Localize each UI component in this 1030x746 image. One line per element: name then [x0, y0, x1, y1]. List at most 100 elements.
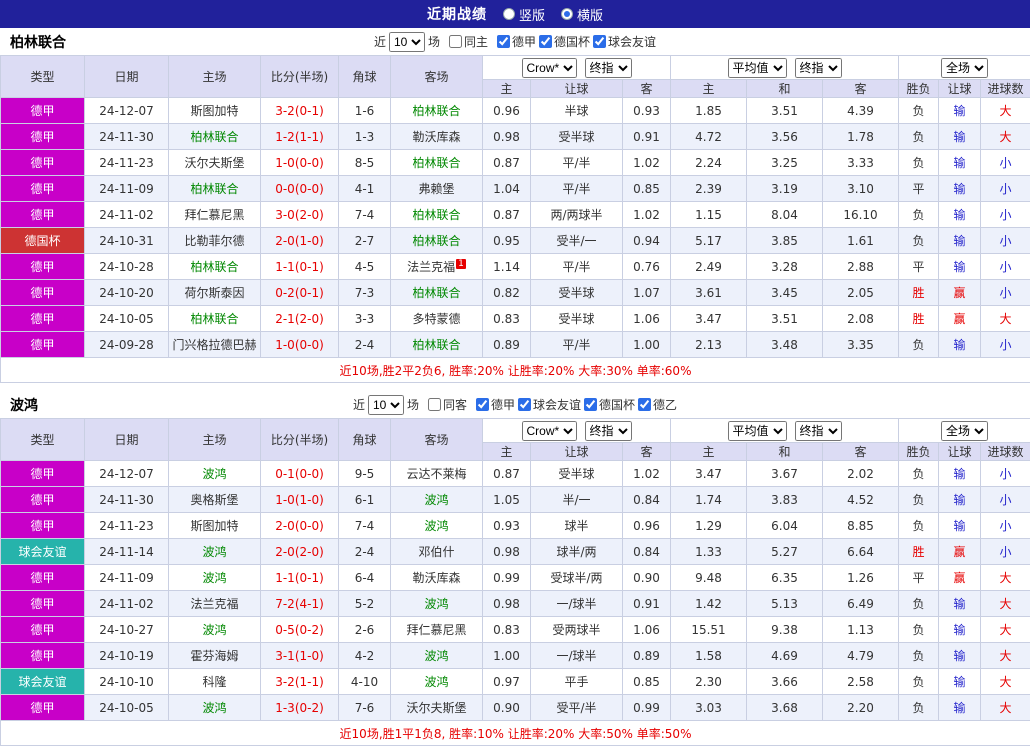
odds-dropdown[interactable]: Crow*: [522, 58, 577, 78]
handicap-line: 两/两球半: [531, 202, 623, 228]
filter-checkbox-item[interactable]: 德国杯: [539, 33, 590, 50]
games-label: 场: [428, 33, 440, 50]
match-date: 24-10-05: [85, 695, 169, 721]
avg-away-odds: 1.26: [823, 565, 899, 591]
avg-away-odds: 4.39: [823, 98, 899, 124]
avg-away-odds: 6.49: [823, 591, 899, 617]
avg-draw-odds: 8.04: [747, 202, 823, 228]
filter-checkbox-item[interactable]: 德国杯: [584, 396, 635, 413]
filter-checkbox[interactable]: [497, 35, 510, 48]
odds-dropdown[interactable]: 终指: [795, 421, 842, 441]
filter-checkbox[interactable]: [476, 398, 489, 411]
match-date: 24-10-31: [85, 228, 169, 254]
score: 2-0(0-0): [261, 513, 339, 539]
away-odds: 1.02: [623, 202, 671, 228]
match-date: 24-11-02: [85, 202, 169, 228]
avg-draw-odds: 3.25: [747, 150, 823, 176]
odds-dropdown[interactable]: 终指: [795, 58, 842, 78]
handicap-result: 输: [939, 176, 981, 202]
odds-dropdown[interactable]: 全场: [941, 421, 988, 441]
filter-checkbox-item[interactable]: 球会友谊: [593, 33, 656, 50]
match-row: 德甲24-12-07波鸿0-1(0-0)9-5云达不莱梅0.87受半球1.023…: [1, 461, 1030, 487]
score: 0-0(0-0): [261, 176, 339, 202]
league-badge: 德甲: [1, 617, 85, 643]
filter-checkbox-item[interactable]: 同主: [449, 33, 488, 50]
corners: 4-10: [339, 669, 391, 695]
filter-checkbox-item[interactable]: 德乙: [638, 396, 677, 413]
result: 平: [899, 565, 939, 591]
odds-dropdown[interactable]: 终指: [585, 58, 632, 78]
away-team-name: 柏林联合: [412, 338, 460, 352]
radio-label-vertical: 竖版: [519, 5, 545, 24]
filter-checkbox[interactable]: [539, 35, 552, 48]
home-odds: 0.87: [483, 150, 531, 176]
league-badge: 德甲: [1, 332, 85, 358]
goals-result: 小: [981, 176, 1030, 202]
filter-checkbox-label: 球会友谊: [533, 396, 581, 413]
score: 2-0(1-0): [261, 228, 339, 254]
home-team: 比勒菲尔德: [169, 228, 261, 254]
score: 1-1(0-1): [261, 254, 339, 280]
filter-checkbox-item[interactable]: 球会友谊: [518, 396, 581, 413]
filter-checkbox[interactable]: [638, 398, 651, 411]
home-odds: 0.98: [483, 539, 531, 565]
match-row: 德甲24-10-19霍芬海姆3-1(1-0)4-2波鸿1.00一/球半0.891…: [1, 643, 1030, 669]
match-date: 24-10-27: [85, 617, 169, 643]
home-team: 奥格斯堡: [169, 487, 261, 513]
handicap-result: 输: [939, 591, 981, 617]
filter-checkbox[interactable]: [593, 35, 606, 48]
away-odds: 1.02: [623, 461, 671, 487]
odds-dropdown[interactable]: 平均值: [728, 58, 787, 78]
score: 3-0(2-0): [261, 202, 339, 228]
filter-checkbox[interactable]: [449, 35, 462, 48]
red-card-badge: 1: [456, 259, 466, 269]
away-team-name: 波鸿: [424, 493, 448, 507]
match-date: 24-12-07: [85, 98, 169, 124]
radio-unselected-icon: [503, 8, 515, 20]
avg-away-odds: 8.85: [823, 513, 899, 539]
odds-dropdown[interactable]: 终指: [585, 421, 632, 441]
corners: 2-7: [339, 228, 391, 254]
result: 胜: [899, 539, 939, 565]
recent-count-select[interactable]: 10: [368, 395, 404, 415]
avg-home-odds: 1.29: [671, 513, 747, 539]
filter-checkbox[interactable]: [584, 398, 597, 411]
filter-checkbox-item[interactable]: 同客: [428, 396, 467, 413]
column-subheader: 进球数: [981, 80, 1030, 98]
radio-horizontal-layout[interactable]: 横版: [561, 5, 603, 24]
corners: 3-3: [339, 306, 391, 332]
filter-controls: 近10场同客德甲球会友谊德国杯德乙: [353, 395, 677, 415]
away-team-name: 勒沃库森: [412, 571, 460, 585]
filter-checkbox[interactable]: [428, 398, 441, 411]
filter-checkbox-label: 德乙: [653, 396, 677, 413]
home-odds: 0.98: [483, 124, 531, 150]
filter-checkbox[interactable]: [518, 398, 531, 411]
goals-result: 大: [981, 643, 1030, 669]
odds-dropdown[interactable]: 全场: [941, 58, 988, 78]
odds-dropdown[interactable]: Crow*: [522, 421, 577, 441]
avg-home-odds: 2.24: [671, 150, 747, 176]
handicap-line: 球半/两: [531, 539, 623, 565]
filter-checkbox-item[interactable]: 德甲: [497, 33, 536, 50]
handicap-line: 受半球: [531, 306, 623, 332]
handicap-result: 赢: [939, 539, 981, 565]
radio-vertical-layout[interactable]: 竖版: [503, 5, 545, 24]
avg-draw-odds: 6.04: [747, 513, 823, 539]
odds-dropdown[interactable]: 平均值: [728, 421, 787, 441]
avg-home-odds: 3.61: [671, 280, 747, 306]
away-team-name: 波鸿: [424, 675, 448, 689]
home-team: 科隆: [169, 669, 261, 695]
away-odds: 0.85: [623, 669, 671, 695]
handicap-result: 输: [939, 669, 981, 695]
result: 平: [899, 254, 939, 280]
result: 平: [899, 176, 939, 202]
recent-count-select[interactable]: 10: [389, 32, 425, 52]
home-team: 波鸿: [169, 539, 261, 565]
result: 负: [899, 617, 939, 643]
summary-line: 近10场,胜2平2负6, 胜率:20% 让胜率:20% 大率:30% 单率:60…: [1, 358, 1030, 383]
score: 3-2(0-1): [261, 98, 339, 124]
filter-checkbox-item[interactable]: 德甲: [476, 396, 515, 413]
league-badge: 德甲: [1, 176, 85, 202]
column-subheader: 让球: [939, 443, 981, 461]
avg-home-odds: 1.42: [671, 591, 747, 617]
